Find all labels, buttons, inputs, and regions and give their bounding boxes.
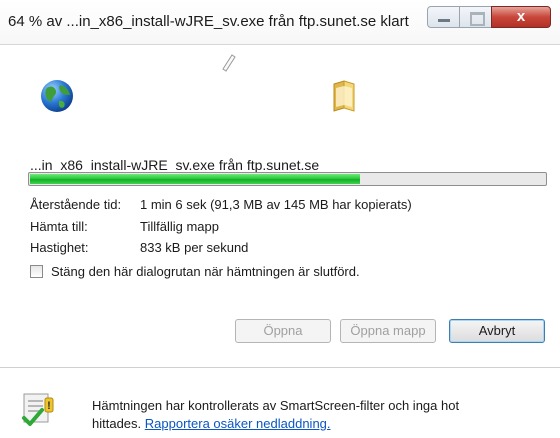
svg-text:!: ! — [47, 400, 51, 412]
smartscreen-message-end: hittades. — [92, 416, 142, 431]
maximize-icon — [470, 12, 485, 26]
transfer-rate-label: Hastighet: — [30, 240, 89, 255]
title-bar[interactable]: 64 % av ...in_x86_install-wJRE_sv.exe fr… — [0, 0, 560, 45]
download-dialog: 64 % av ...in_x86_install-wJRE_sv.exe fr… — [0, 0, 560, 438]
report-unsafe-download-link[interactable]: Rapportera osäker nedladdning. — [145, 416, 331, 431]
download-source: ...in_x86_install-wJRE_sv.exe från ftp.s… — [30, 157, 320, 173]
close-icon: x — [516, 8, 526, 25]
download-to-value: Tillfällig mapp — [140, 219, 219, 234]
smartscreen-message: Hämtningen har kontrollerats av SmartScr… — [92, 398, 460, 413]
globe-icon — [41, 80, 73, 112]
minimize-button[interactable] — [427, 6, 460, 28]
close-button[interactable]: x — [491, 6, 551, 28]
download-progress-bar — [28, 172, 547, 186]
progress-fill — [30, 174, 360, 184]
transfer-rate-value: 833 kB per sekund — [140, 240, 249, 255]
open-folder-button[interactable]: Öppna mapp — [340, 319, 436, 343]
maximize-button[interactable] — [459, 6, 492, 28]
folder-icon — [333, 80, 355, 112]
close-when-done-label[interactable]: Stäng den här dialogrutan när hämtningen… — [51, 264, 360, 279]
smartscreen-shield-icon: ! — [22, 393, 54, 426]
open-button[interactable]: Öppna — [235, 319, 331, 343]
cancel-button[interactable]: Avbryt — [449, 319, 545, 343]
window-controls: x — [427, 6, 555, 32]
smartscreen-panel: ! Hämtningen har kontrollerats av SmartS… — [0, 367, 560, 438]
window-title: 64 % av ...in_x86_install-wJRE_sv.exe fr… — [8, 13, 409, 30]
document-icon — [222, 54, 236, 72]
close-when-done-checkbox[interactable] — [30, 265, 43, 278]
time-remaining-value: 1 min 6 sek (91,3 MB av 145 MB har kopie… — [140, 197, 412, 212]
minimize-icon — [438, 19, 450, 22]
download-to-label: Hämta till: — [30, 219, 88, 234]
smartscreen-message-line2: hittades. Rapportera osäker nedladdning. — [92, 416, 331, 431]
time-remaining-label: Återstående tid: — [30, 197, 122, 212]
